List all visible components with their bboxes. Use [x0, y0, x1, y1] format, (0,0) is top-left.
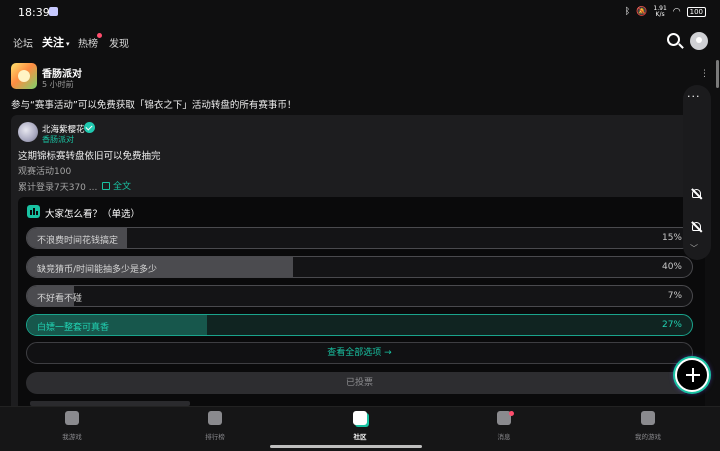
bottom-nav-label: 排行榜: [205, 433, 225, 441]
bottom-nav-item-my-games[interactable]: 我的游戏: [618, 411, 678, 441]
bottom-nav-label: 消息: [497, 433, 511, 441]
scrollbar[interactable]: [716, 60, 719, 88]
poll-title: 大家怎么看？（单选）: [45, 209, 141, 220]
bottom-nav-item-messages[interactable]: 消息: [474, 411, 534, 441]
post-text[interactable]: 参与“赛事活动”可以免费获取「锦衣之下」活动转盘的所有赛事币！: [11, 97, 296, 111]
my-games-icon: [641, 411, 655, 425]
poll-option-percent: 40%: [661, 262, 682, 272]
messages-badge: [509, 411, 514, 416]
bottom-nav-item-ranking[interactable]: 排行榜: [185, 411, 245, 441]
hot-badge: [97, 33, 102, 38]
fulltext-label: 全文: [113, 182, 132, 192]
status-icons: ᛒ 🔕 1.91 K/s ◠ 100: [625, 6, 706, 18]
controller-icon: [65, 411, 79, 425]
community-icon: [353, 411, 367, 425]
status-time: 18:39: [18, 6, 50, 19]
top-nav: 论坛 关注 ▾ 热榜 发现: [0, 30, 720, 54]
tab-hot[interactable]: 热榜: [78, 35, 98, 50]
battery-icon: 100: [686, 7, 706, 17]
game-icon[interactable]: [11, 63, 37, 89]
post-time: 5 小时前: [42, 80, 74, 89]
bell-off-icon: [692, 222, 701, 231]
bottom-nav-label: 社区: [353, 433, 367, 441]
quote-text-line: 累计登录7天370 ...: [18, 183, 98, 193]
expand-icon: [102, 182, 110, 190]
mute-toggle-button[interactable]: [688, 219, 706, 237]
bell-off-icon: [692, 189, 701, 198]
poll-option-percent: 27%: [661, 320, 682, 330]
avatar[interactable]: [690, 32, 708, 50]
wifi-icon: ◠: [672, 7, 681, 17]
bottom-nav-item-my-games-short[interactable]: 我游戏: [42, 411, 102, 441]
game-name[interactable]: 香肠派对: [42, 65, 82, 80]
author-avatar[interactable]: [18, 122, 38, 142]
poll-option[interactable]: 不浪费时间花钱搞定 15%: [26, 227, 693, 249]
poll-option-label: 不浪费时间花钱搞定: [37, 236, 119, 246]
mute-icon: 🔕: [636, 7, 648, 17]
poll-option-label: 白嫖一整套可真香: [37, 323, 110, 333]
poll-option-percent: 7%: [667, 291, 682, 301]
chevron-down-icon[interactable]: ﹀: [690, 243, 698, 254]
home-indicator[interactable]: [270, 445, 422, 448]
verified-icon: [84, 122, 95, 133]
author-game-tag[interactable]: 香肠派对: [42, 134, 74, 145]
status-bar: 18:39 ᛒ 🔕 1.91 K/s ◠ 100: [0, 0, 720, 26]
poll-icon: [27, 205, 40, 218]
voted-button: 已投票: [26, 372, 693, 394]
tab-discover[interactable]: 发现: [109, 35, 129, 50]
bluetooth-icon: ᛒ: [624, 7, 631, 17]
poll-option[interactable]: 不好看不碰 7%: [26, 285, 693, 307]
bottom-nav-item-community[interactable]: 社区: [330, 411, 390, 441]
poll-option-percent: 15%: [661, 233, 682, 243]
bottom-nav-label: 我的游戏: [635, 433, 661, 441]
fulltext-link[interactable]: 全文: [102, 179, 131, 192]
more-icon[interactable]: ⋮: [700, 69, 709, 79]
poll-option-label: 不好看不碰: [37, 294, 83, 304]
view-all-options-button[interactable]: 查看全部选项 →: [26, 342, 693, 364]
bottom-nav-label: 我游戏: [62, 433, 82, 441]
mute-toggle-button[interactable]: [688, 186, 706, 204]
quote-text-line: 这期锦标赛转盘依旧可以免费抽完: [18, 151, 161, 162]
create-post-button[interactable]: [675, 358, 709, 392]
ranking-icon: [208, 411, 222, 425]
tab-following-label: 关注: [42, 36, 64, 49]
chevron-down-icon: ▾: [66, 40, 70, 48]
poll-option[interactable]: 缺竞猜币/时间能抽多少是多少 40%: [26, 256, 693, 278]
tab-following[interactable]: 关注 ▾: [41, 34, 70, 50]
poll-option-label: 缺竞猜币/时间能抽多少是多少: [37, 265, 158, 275]
net-speed: 1.91 K/s: [653, 6, 666, 18]
quote-text-line: 观赛活动100: [18, 167, 72, 177]
notification-icon: [49, 7, 58, 16]
tab-forum[interactable]: 论坛: [13, 35, 33, 50]
more-icon[interactable]: ···: [687, 90, 701, 103]
search-icon[interactable]: [667, 33, 680, 46]
poll-option-selected[interactable]: 白嫖一整套可真香 27%: [26, 314, 693, 336]
net-speed-unit: K/s: [655, 11, 665, 18]
